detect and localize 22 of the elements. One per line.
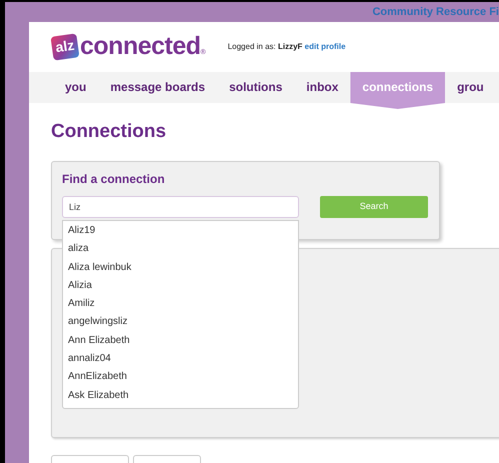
suggestion-item[interactable]: AnnElizabeth	[63, 368, 298, 387]
suggestion-item[interactable]: annaliz04	[63, 350, 298, 368]
logo-badge: alz	[50, 33, 80, 61]
suggestion-item[interactable]: aliza	[63, 240, 298, 259]
card-title: Find a connection	[62, 171, 166, 187]
suggestion-item[interactable]: Amiliz	[63, 295, 298, 314]
login-status: Logged in as: LizzyF edit profile	[228, 41, 346, 53]
suggestion-item[interactable]: Aliz19	[63, 222, 298, 240]
suggestion-item[interactable]: Ask Elizabeth	[63, 386, 298, 405]
nav-tab[interactable]: grou	[445, 72, 496, 103]
suggestion-item[interactable]: Aliza lewinbuk	[63, 258, 298, 277]
nav-tab[interactable]: solutions	[217, 72, 294, 103]
search-field[interactable]: Liz	[62, 196, 299, 218]
edit-profile-link[interactable]: edit profile	[304, 42, 346, 51]
suggestion-item[interactable]: angelwingsliz	[63, 313, 298, 332]
nav-tab[interactable]: you	[53, 72, 98, 103]
logo-text: connected	[80, 31, 201, 62]
suggestion-item[interactable]: Ann Elizabeth	[63, 332, 298, 350]
nav-tab[interactable]: inbox	[294, 72, 350, 103]
suggestion-item[interactable]: Alizia	[63, 276, 298, 296]
page-heading: Connections	[51, 120, 168, 144]
nav-tab[interactable]: message boards	[98, 72, 218, 103]
